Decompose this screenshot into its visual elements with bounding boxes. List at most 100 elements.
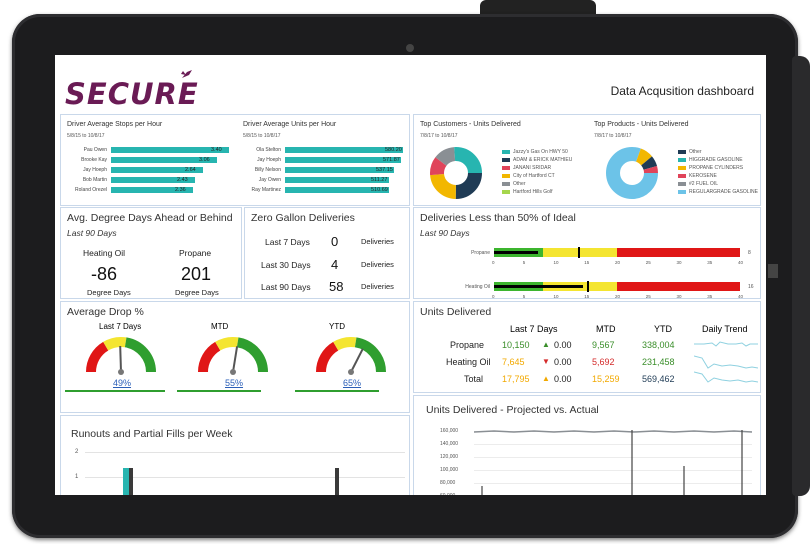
degree-days-title: Avg. Degree Days Ahead or Behind bbox=[67, 212, 233, 224]
legend-swatch bbox=[678, 150, 686, 154]
projected-chart bbox=[474, 430, 752, 495]
bullet-tick: 40 bbox=[738, 294, 744, 299]
axis-tick: 120,000 bbox=[440, 454, 459, 460]
bullet-tick: 15 bbox=[584, 260, 590, 265]
col-mtd-header: MTD bbox=[596, 324, 616, 334]
ytd-value: 338,004 bbox=[642, 340, 675, 350]
runouts-gridline bbox=[85, 452, 405, 453]
units-date: 5/8/15 to 10/8/17 bbox=[243, 133, 281, 139]
heating-oil-degree-value: -86 bbox=[91, 264, 118, 284]
camera-icon bbox=[406, 44, 414, 52]
zero-gallon-tile[interactable]: Zero Gallon Deliveries Last 7 Days 0 Del… bbox=[244, 207, 410, 299]
gauge-label: Last 7 Days bbox=[99, 322, 142, 331]
tablet-side-clip bbox=[792, 56, 810, 496]
bar-label: Ola Stelton bbox=[256, 147, 281, 153]
bullet-marker bbox=[577, 247, 580, 258]
mtd-value: 15,259 bbox=[592, 374, 620, 384]
propane-unit: Degree Days bbox=[175, 288, 219, 297]
gauge-value-link[interactable]: 55% bbox=[225, 378, 243, 388]
dashboard-screen: SECURE Data Acqusition dashboard Driver … bbox=[55, 55, 766, 495]
zero-last90-unit: Deliveries bbox=[361, 282, 394, 291]
units-delivered-tile[interactable]: Units Delivered Last 7 Days MTD YTD Dail… bbox=[413, 301, 761, 393]
daily-trend-sparklines bbox=[694, 341, 758, 383]
gauge-dial bbox=[198, 337, 268, 375]
bullet-label: Heating Oil bbox=[465, 284, 490, 290]
units-delivered-title: Units Delivered bbox=[420, 306, 492, 318]
runouts-title: Runouts and Partial Fills per Week bbox=[71, 428, 233, 440]
projected-tile[interactable]: Units Delivered - Projected vs. Actual 1… bbox=[413, 395, 761, 495]
bullet-value: 8 bbox=[748, 250, 751, 256]
gauge-trend bbox=[65, 390, 165, 392]
bullet-tick: 40 bbox=[738, 260, 744, 265]
bullet-red bbox=[617, 282, 740, 291]
gauge-dial bbox=[316, 337, 386, 375]
bullet-tick: 20 bbox=[615, 260, 621, 265]
gauge-label: YTD bbox=[329, 322, 345, 331]
change-arrow-icon: ▲ bbox=[542, 374, 550, 383]
legend-swatch bbox=[678, 174, 686, 178]
runouts-tick-1: 1 bbox=[75, 474, 79, 480]
legend-swatch bbox=[502, 182, 510, 186]
heating-oil-label: Heating Oil bbox=[83, 248, 126, 258]
driver-stats-tile[interactable]: Driver Average Stops per Hour 5/8/15 to … bbox=[60, 114, 410, 206]
units-title: Driver Average Units per Hour bbox=[243, 121, 337, 128]
axis-tick: 60,000 bbox=[440, 493, 455, 495]
tablet-device: SECURE Data Acqusition dashboard Driver … bbox=[0, 0, 810, 544]
zero-gallon-title: Zero Gallon Deliveries bbox=[251, 212, 355, 224]
ytd-value: 231,458 bbox=[642, 357, 675, 367]
runouts-bar bbox=[335, 468, 339, 495]
legend-label: Other bbox=[513, 181, 526, 187]
less-than-title: Deliveries Less than 50% of Ideal bbox=[420, 212, 576, 224]
top-customers-title: Top Customers - Units Delivered bbox=[420, 121, 521, 128]
propane-label: Propane bbox=[179, 248, 212, 258]
top-tile[interactable]: Top Customers - Units Delivered 7/8/17 t… bbox=[413, 114, 761, 206]
gauge-dial bbox=[86, 337, 156, 375]
gauge-value-link[interactable]: 65% bbox=[343, 378, 361, 388]
average-drop-tile[interactable]: Average Drop % Last 7 Days 49% MTD 55% YTD 65… bbox=[60, 301, 410, 413]
gauge-trend bbox=[295, 390, 379, 392]
windows-button[interactable] bbox=[768, 264, 778, 278]
runouts-tick-2: 2 bbox=[75, 449, 79, 455]
axis-tick: 160,000 bbox=[440, 428, 459, 434]
bar-value: 2.64 bbox=[185, 167, 196, 173]
bar-value: 537.15 bbox=[376, 167, 393, 173]
zero-last30-label: Last 30 Days bbox=[261, 260, 311, 270]
degree-days-tile[interactable]: Avg. Degree Days Ahead or Behind Last 90… bbox=[60, 207, 242, 299]
col-ytd-header: YTD bbox=[654, 324, 672, 334]
bullet-tick: 35 bbox=[707, 294, 713, 299]
zero-last7-unit: Deliveries bbox=[361, 237, 394, 246]
average-drop-title: Average Drop % bbox=[67, 306, 144, 318]
bullet-tick: 30 bbox=[676, 260, 682, 265]
gauge-value-link[interactable]: 49% bbox=[113, 378, 131, 388]
zero-last30-value: 4 bbox=[331, 257, 339, 272]
change-value: 0.00 bbox=[554, 357, 572, 367]
bullet-tick: 0 bbox=[492, 294, 495, 299]
bullet-tick: 35 bbox=[707, 260, 713, 265]
zero-last90-value: 58 bbox=[329, 279, 344, 294]
bullet-tick: 10 bbox=[553, 260, 559, 265]
zero-last90-label: Last 90 Days bbox=[261, 282, 311, 292]
legend-label: Jazzy's Gas On HWY 50 bbox=[513, 149, 568, 155]
legend-label: Hartford Hills Golf bbox=[513, 189, 553, 195]
legend-label: ADAM & ERICK MATHIEU bbox=[513, 157, 573, 163]
bar-value: 3.06 bbox=[199, 157, 210, 163]
bar-value: 571.87 bbox=[383, 157, 400, 163]
bullet-tick: 5 bbox=[522, 294, 526, 299]
bullet-label: Propane bbox=[471, 250, 490, 256]
bar-value: 2.43 bbox=[177, 177, 188, 183]
legend-swatch bbox=[502, 190, 510, 194]
gauge-trend bbox=[177, 390, 261, 392]
legend-label: Other bbox=[689, 149, 702, 155]
legend-label: PROPANE CYLINDERS bbox=[689, 165, 744, 171]
bar-label: Ray Martinez bbox=[251, 187, 281, 193]
legend-label: JANANI SRIDAR bbox=[513, 165, 552, 171]
runouts-tile[interactable]: Runouts and Partial Fills per Week 2 1 bbox=[60, 415, 410, 495]
legend-swatch bbox=[502, 166, 510, 170]
legend-label: City of Hartford CT bbox=[513, 173, 555, 179]
col-last7-header: Last 7 Days bbox=[510, 324, 558, 334]
last7-value: 10,150 bbox=[502, 340, 530, 350]
axis-tick: 100,000 bbox=[440, 467, 459, 473]
less-than-tile[interactable]: Deliveries Less than 50% of Ideal Last 9… bbox=[413, 207, 761, 299]
bar-label: Brooke Kay bbox=[81, 157, 107, 163]
top-customers-date: 7/8/17 to 10/8/17 bbox=[420, 133, 458, 139]
